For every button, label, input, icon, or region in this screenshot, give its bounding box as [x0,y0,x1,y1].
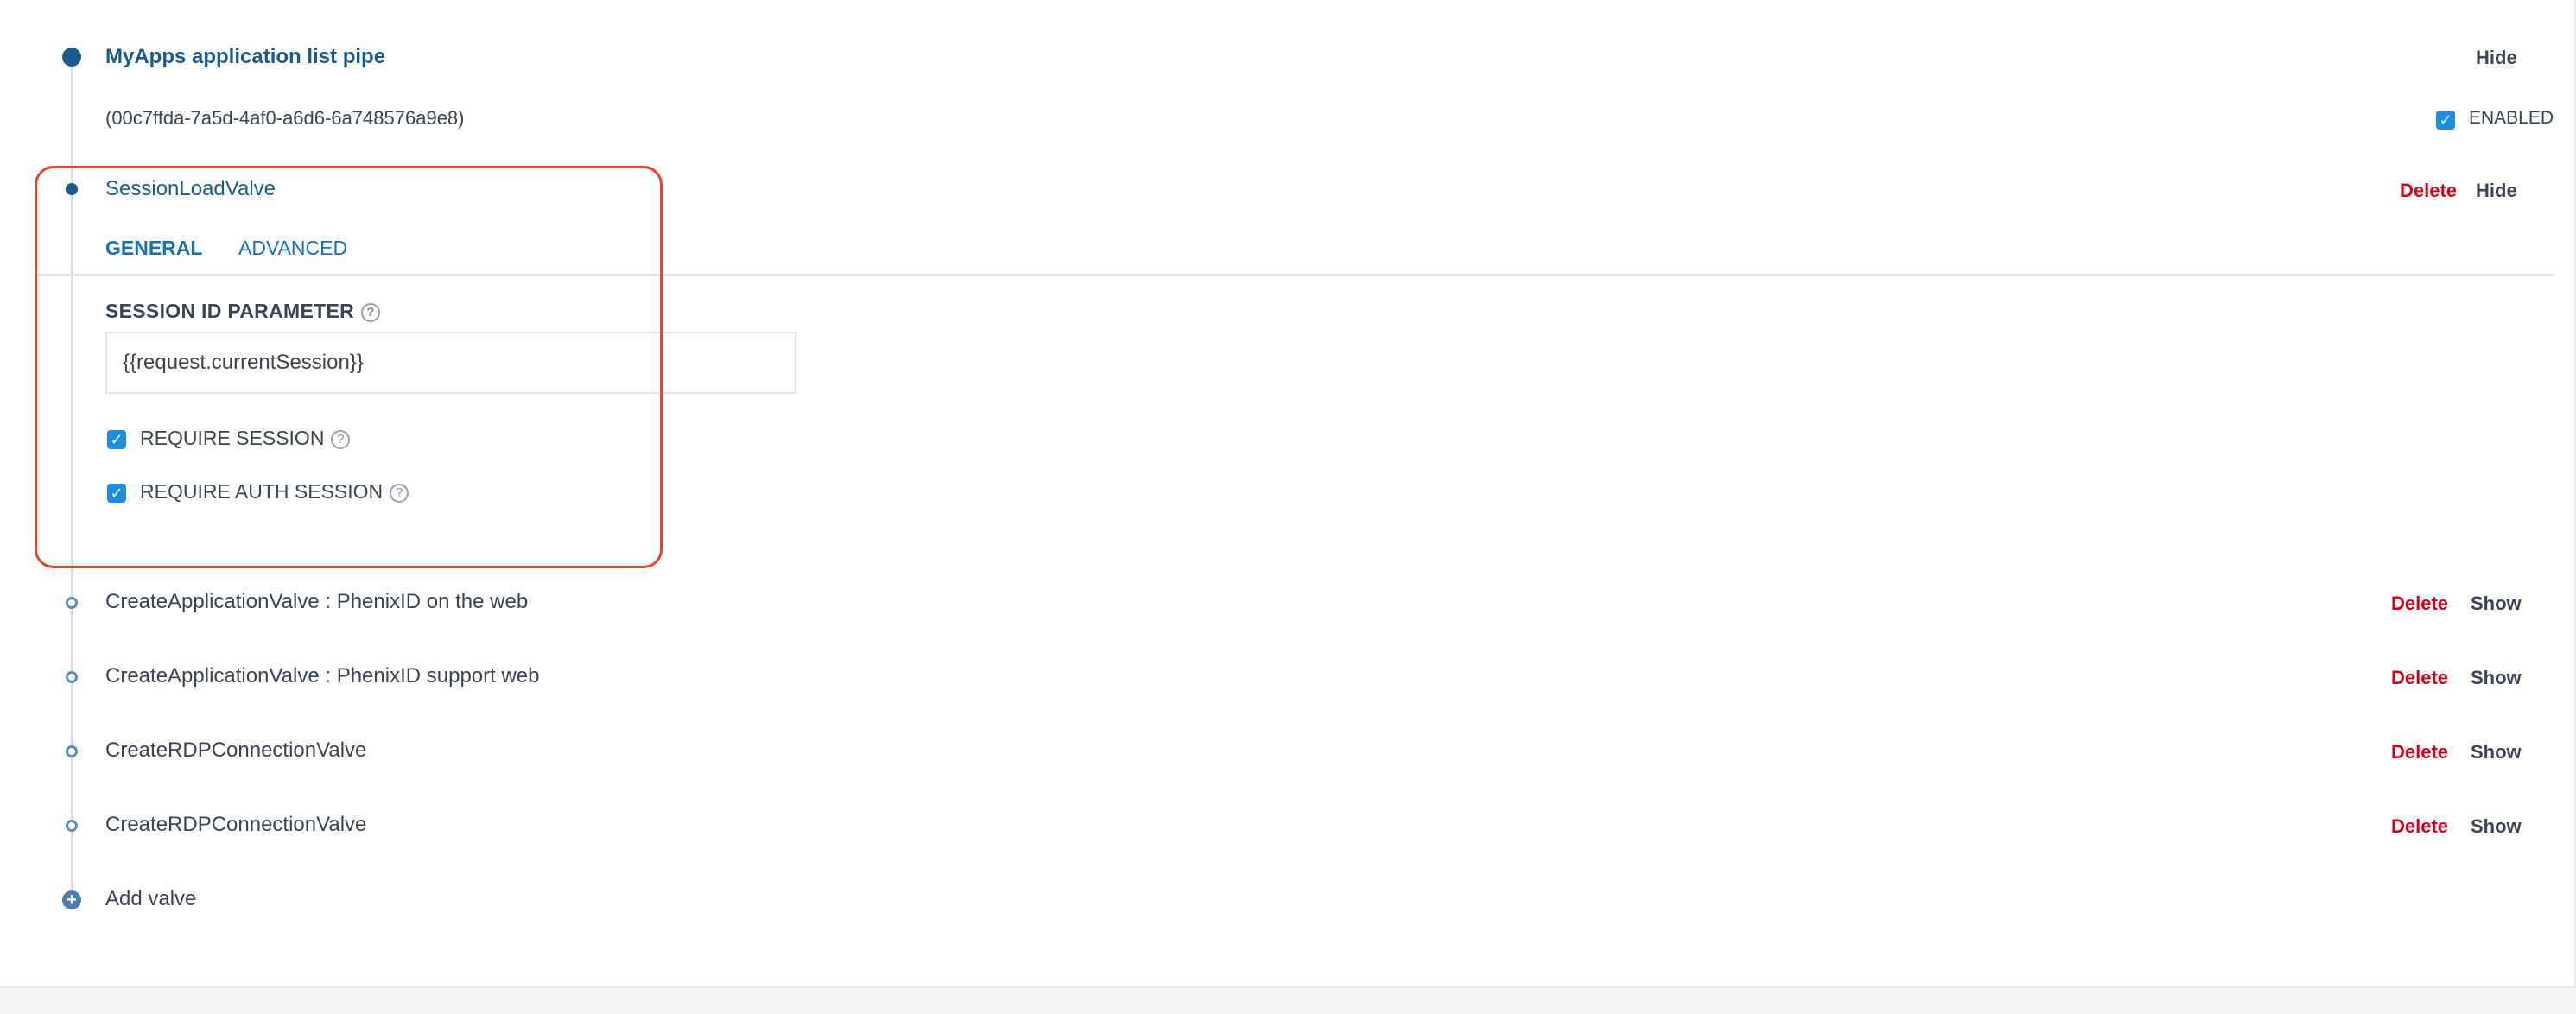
valve-node-icon [66,820,78,832]
pipe-panel: MyApps application list pipe Hide (00c7f… [0,0,2576,988]
valve-show-button[interactable]: Show [2471,667,2522,689]
valve-delete-button[interactable]: Delete [2391,667,2448,689]
selected-valve-delete-button[interactable]: Delete [2400,180,2457,202]
valve-node-icon [66,671,78,683]
pipe-node-icon [62,48,81,67]
valve-delete-button[interactable]: Delete [2391,815,2448,838]
valve-row-name[interactable]: CreateRDPConnectionValve [105,738,366,763]
valve-row-name[interactable]: CreateApplicationValve : PhenixID suppor… [105,664,540,688]
pipe-hide-button[interactable]: Hide [2476,47,2517,69]
valve-node-icon [66,597,78,609]
selected-valve-hide-button[interactable]: Hide [2476,180,2517,202]
pipe-title: MyApps application list pipe [105,45,386,68]
valve-show-button[interactable]: Show [2471,593,2522,615]
pipe-id: (00c7ffda-7a5d-4af0-a6d6-6a748576a9e8) [105,107,465,129]
valve-delete-button[interactable]: Delete [2391,741,2448,764]
add-valve-button[interactable]: Add valve [105,887,196,911]
valve-row-name[interactable]: CreateRDPConnectionValve [105,813,366,837]
valve-node-icon [66,745,78,757]
highlight-annotation [35,166,663,568]
add-valve-icon[interactable]: + [62,890,81,909]
enabled-label: ENABLED [2469,108,2554,128]
valve-delete-button[interactable]: Delete [2391,593,2448,615]
valve-row-name[interactable]: CreateApplicationValve : PhenixID on the… [105,590,528,614]
check-icon: ✓ [2439,111,2452,129]
valve-show-button[interactable]: Show [2471,741,2522,764]
enabled-checkbox[interactable]: ✓ [2436,111,2455,130]
valve-show-button[interactable]: Show [2471,815,2522,838]
